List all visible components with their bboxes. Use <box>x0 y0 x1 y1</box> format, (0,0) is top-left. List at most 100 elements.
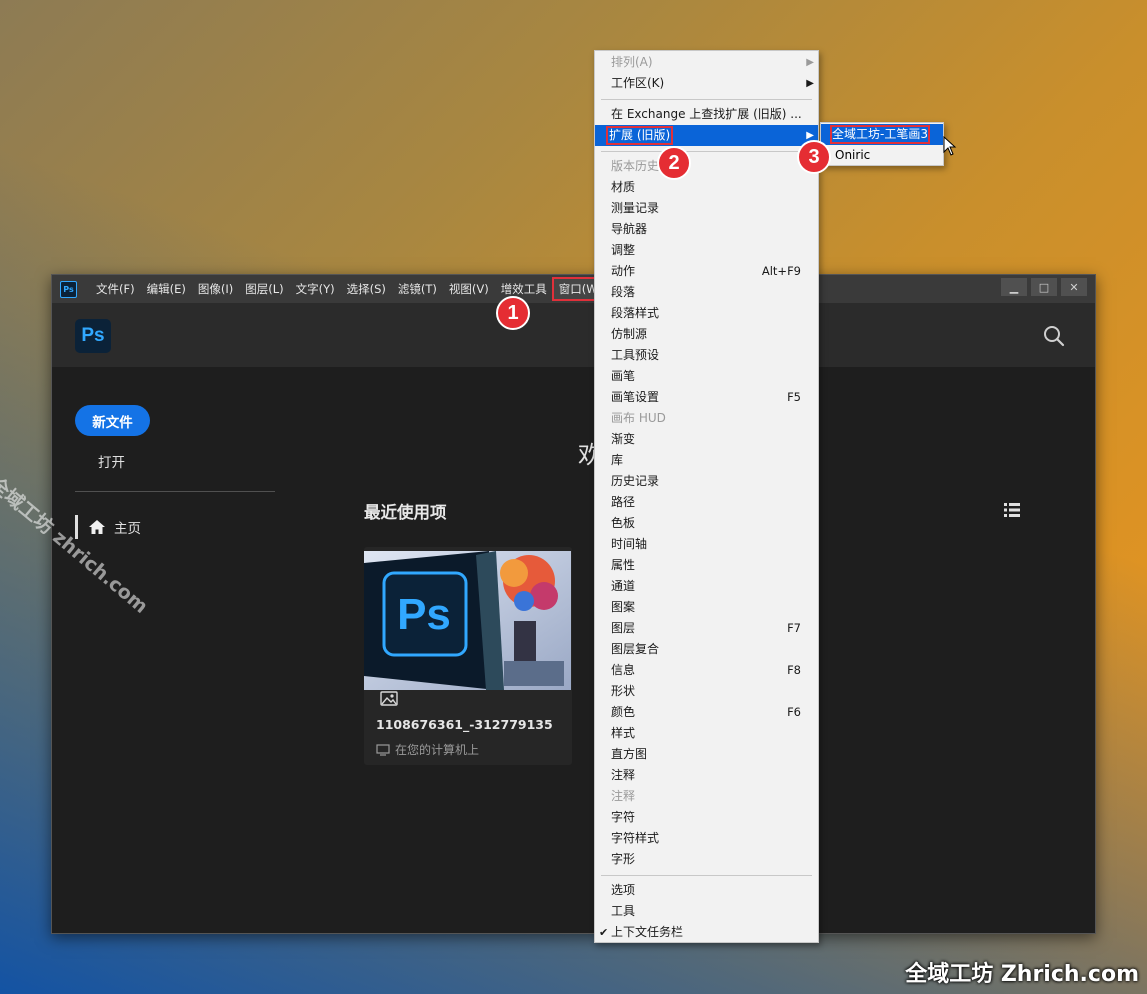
open-button[interactable]: 打开 <box>98 451 125 471</box>
menubar-item-2[interactable]: 图像(I) <box>193 279 238 299</box>
window-menu-item-11[interactable]: 动作 Alt+F9 <box>595 261 818 282</box>
menubar-item-4[interactable]: 文字(Y) <box>291 279 340 299</box>
menu-item-label: 段落 <box>611 285 636 299</box>
restore-button[interactable]: □ <box>1031 278 1057 296</box>
menubar-item-6[interactable]: 滤镜(T) <box>393 279 442 299</box>
window-menu-item-38[interactable]: 字符样式 <box>595 828 818 849</box>
window-menu-item-42[interactable]: 工具 <box>595 901 818 922</box>
menu-item-label: 在 Exchange 上查找扩展 (旧版) ... <box>611 107 802 121</box>
menubar-item-3[interactable]: 图层(L) <box>240 279 288 299</box>
watermark-corner: 全域工坊 Zhrich.com <box>905 962 1139 987</box>
window-menu-item-21[interactable]: 历史记录 <box>595 471 818 492</box>
submenu-item-quanyu-label: 全域工坊-工笔画3 <box>829 124 931 145</box>
window-menu-item-34[interactable]: 直方图 <box>595 744 818 765</box>
window-menu-item-28[interactable]: 图层 F7 <box>595 618 818 639</box>
window-menu-item-37[interactable]: 字符 <box>595 807 818 828</box>
step-badge-3: 3 <box>797 140 831 174</box>
sidebar-item-home[interactable]: 主页 <box>75 515 141 539</box>
window-menu-item-3[interactable]: 在 Exchange 上查找扩展 (旧版) ... <box>595 104 818 125</box>
window-menu-item-17[interactable]: 画笔设置 F5 <box>595 387 818 408</box>
minimize-button[interactable]: ▁ <box>1001 278 1027 296</box>
window-menu-item-27[interactable]: 图案 <box>595 597 818 618</box>
window-menu-item-23[interactable]: 色板 <box>595 513 818 534</box>
menu-item-label: 段落样式 <box>611 306 660 320</box>
menu-item-label: 字符样式 <box>611 831 660 845</box>
menu-item-label: 导航器 <box>611 222 648 236</box>
window-menu-dropdown: 排列(A) ▶ 工作区(K) ▶ 在 Exchange 上查找扩展 (旧版) ... 扩展… <box>594 50 819 943</box>
window-menu-item-24[interactable]: 时间轴 <box>595 534 818 555</box>
menu-item-label: 字符 <box>611 810 636 824</box>
menu-item-label: 直方图 <box>611 747 648 761</box>
photoshop-window: Ps 文件(F) 编辑(E) 图像(I) 图层(L) 文字(Y) 选择(S) 滤镜(T) 视图… <box>51 274 1096 934</box>
menu-item-shortcut: F8 <box>787 663 801 677</box>
window-menu-item-15[interactable]: 工具预设 <box>595 345 818 366</box>
menu-item-label: 历史记录 <box>611 474 660 488</box>
window-menu-item-31[interactable]: 形状 <box>595 681 818 702</box>
monitor-icon <box>376 743 390 756</box>
window-menu-item-16[interactable]: 画笔 <box>595 366 818 387</box>
menu-item-shortcut: F6 <box>787 705 801 719</box>
menu-separator <box>601 875 812 876</box>
window-menu-item-8[interactable]: 测量记录 <box>595 198 818 219</box>
home-label: 主页 <box>114 521 141 537</box>
menu-item-label: 库 <box>611 453 624 467</box>
close-button[interactable]: ✕ <box>1061 278 1087 296</box>
window-menu-item-43[interactable]: 上下文任务栏 ✔ <box>595 922 818 943</box>
window-menu-item-39[interactable]: 字形 <box>595 849 818 870</box>
step-badge-1: 1 <box>496 296 530 330</box>
menu-item-label: 注释 <box>611 789 636 803</box>
window-menu-item-29[interactable]: 图层复合 <box>595 639 818 660</box>
menu-item-label: 测量记录 <box>611 201 660 215</box>
window-menu-item-33[interactable]: 样式 <box>595 723 818 744</box>
menu-item-label: 上下文任务栏 <box>611 925 684 939</box>
window-menu-item-35[interactable]: 注释 <box>595 765 818 786</box>
menu-item-label: 颜色 <box>611 705 636 719</box>
window-menu-item-4[interactable]: 扩展 (旧版) ▶ <box>595 125 818 146</box>
menu-item-label: 注释 <box>611 768 636 782</box>
menu-item-label: 版本历史 <box>611 159 660 173</box>
window-menu-item-14[interactable]: 仿制源 <box>595 324 818 345</box>
menubar-item-8[interactable]: 增效工具 <box>496 279 552 299</box>
window-menu-item-20[interactable]: 库 <box>595 450 818 471</box>
ps-logo: Ps <box>75 319 111 353</box>
menubar-item-0[interactable]: 文件(F) <box>91 279 140 299</box>
menu-item-label: 图层 <box>611 621 636 635</box>
menu-item-label: 扩展 (旧版) <box>605 125 674 146</box>
sidebar-divider <box>75 491 275 492</box>
home-icon <box>89 520 105 534</box>
window-menu-item-41[interactable]: 选项 <box>595 880 818 901</box>
extensions-submenu: 全域工坊-工笔画3 Oniric <box>820 122 944 166</box>
window-menu-item-12[interactable]: 段落 <box>595 282 818 303</box>
window-menu-item-26[interactable]: 通道 <box>595 576 818 597</box>
submenu-arrow-icon: ▶ <box>806 78 814 89</box>
submenu-arrow-icon: ▶ <box>806 57 814 68</box>
window-menu-item-13[interactable]: 段落样式 <box>595 303 818 324</box>
menu-item-label: 字形 <box>611 852 636 866</box>
menubar-item-1[interactable]: 编辑(E) <box>142 279 191 299</box>
window-menu-item-10[interactable]: 调整 <box>595 240 818 261</box>
submenu-item-oniric[interactable]: Oniric <box>821 145 943 166</box>
new-file-button[interactable]: 新文件 <box>75 405 150 436</box>
menu-item-label: 工具 <box>611 904 636 918</box>
search-icon[interactable] <box>1043 325 1065 347</box>
checkmark-icon: ✔ <box>599 926 609 939</box>
window-controls: ▁ □ ✕ <box>997 278 1087 296</box>
window-menu-item-9[interactable]: 导航器 <box>595 219 818 240</box>
recent-file-card[interactable]: Ps 1108676361_-312779135 在您的计算机上 <box>364 547 572 765</box>
window-menu-item-25[interactable]: 属性 <box>595 555 818 576</box>
window-menu-item-30[interactable]: 信息 F8 <box>595 660 818 681</box>
step-badge-2: 2 <box>657 146 691 180</box>
menubar-item-7[interactable]: 视图(V) <box>444 279 494 299</box>
window-menu-item-32[interactable]: 颜色 F6 <box>595 702 818 723</box>
list-view-icon[interactable] <box>1004 502 1020 518</box>
recent-title: 最近使用项 <box>364 503 447 522</box>
window-menu-item-19[interactable]: 渐变 <box>595 429 818 450</box>
window-menu-item-1[interactable]: 工作区(K) ▶ <box>595 73 818 94</box>
menubar-item-5[interactable]: 选择(S) <box>342 279 391 299</box>
submenu-item-quanyu[interactable]: 全域工坊-工笔画3 <box>821 124 943 145</box>
window-menu-item-7[interactable]: 材质 <box>595 177 818 198</box>
window-menu-item-22[interactable]: 路径 <box>595 492 818 513</box>
menu-item-label: 画笔设置 <box>611 390 660 404</box>
menu-item-label: 仿制源 <box>611 327 648 341</box>
menu-separator <box>601 151 812 152</box>
